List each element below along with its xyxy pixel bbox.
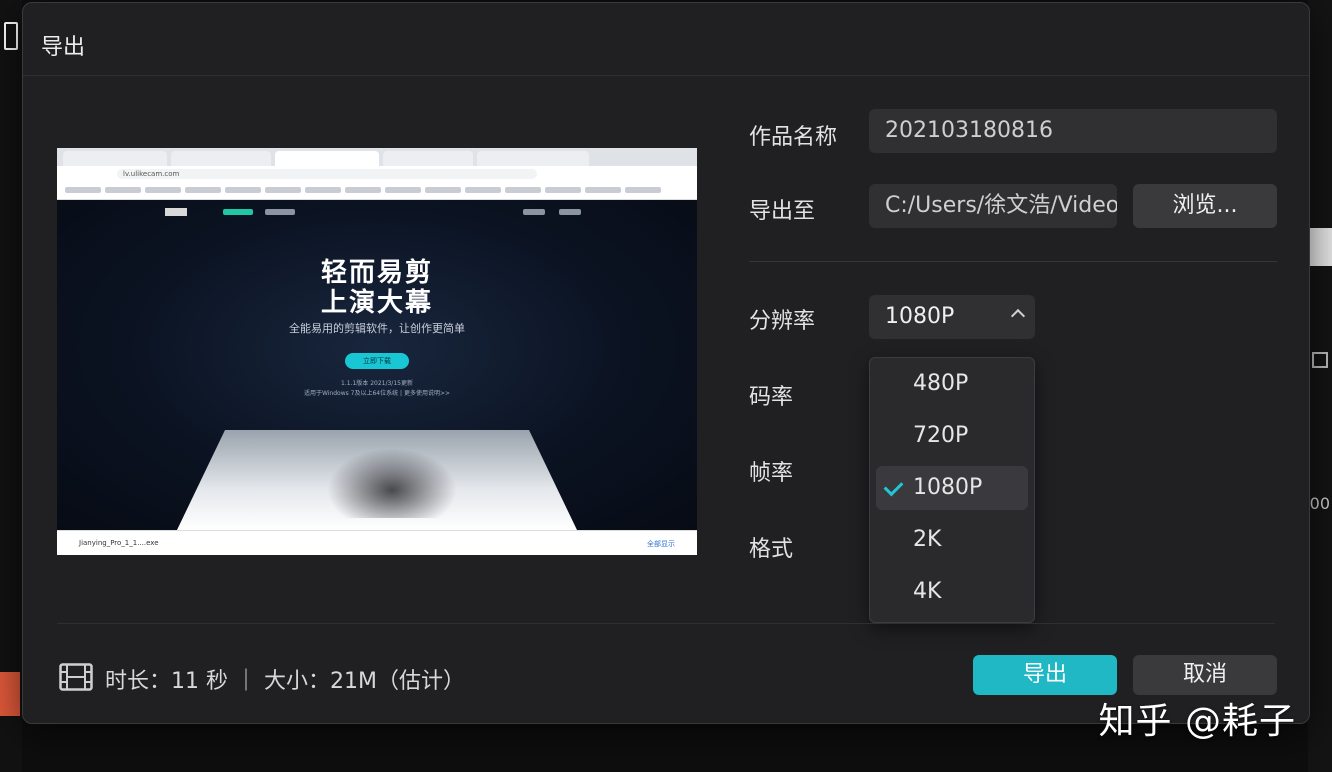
website-nav-item — [223, 209, 253, 215]
footer-divider — [57, 623, 1275, 624]
resolution-option-720p[interactable]: 720P — [876, 414, 1028, 458]
dialog-title: 导出 — [41, 35, 86, 60]
browser-tab — [63, 151, 167, 166]
browser-address-bar: lv.ulikecam.com — [57, 166, 697, 182]
bookmark — [185, 187, 221, 193]
browser-tab — [383, 151, 473, 166]
bookmark — [585, 187, 621, 193]
browse-button[interactable]: 浏览... — [1133, 184, 1277, 228]
cancel-button[interactable]: 取消 — [1133, 655, 1277, 695]
browser-tabs — [57, 148, 697, 166]
website-nav-item — [265, 209, 295, 215]
browser-url: lv.ulikecam.com — [117, 169, 537, 179]
check-icon — [883, 476, 904, 497]
name-input[interactable]: 202103180816 — [869, 109, 1277, 153]
resolution-label: 分辨率 — [749, 309, 816, 334]
website-hero: 轻而易剪 上演大幕 全能易用的剪辑软件，让创作更简单 立即下载 1.1.1版本 … — [57, 200, 697, 530]
export-to-label: 导出至 — [749, 199, 816, 224]
resolution-dropdown: 480P 720P 1080P 2K 4K — [869, 357, 1035, 623]
download-filename: Jianying_Pro_1_1....exe — [79, 539, 159, 547]
hero-requirements: 适用于Windows 7及以上64位系统 | 更多使用说明>> — [303, 390, 451, 397]
hero-download-button: 立即下载 — [345, 353, 409, 369]
format-label: 格式 — [749, 537, 794, 562]
fullscreen-icon[interactable] — [1312, 352, 1328, 368]
bookmark — [105, 187, 141, 193]
browser-tab — [275, 151, 379, 166]
website-nav-item — [559, 209, 581, 215]
bookmark — [65, 187, 101, 193]
framerate-label: 帧率 — [749, 461, 794, 486]
resolution-option-1080p[interactable]: 1080P — [876, 466, 1028, 510]
bookmark — [265, 187, 301, 193]
bookmark — [625, 187, 661, 193]
duration-size-info: 时长：11 秒 ｜ 大小：21M（估计） — [105, 669, 465, 694]
download-show-all: 全部显示 — [647, 540, 675, 548]
bookmark — [385, 187, 421, 193]
export-button[interactable]: 导出 — [973, 655, 1117, 695]
bitrate-label: 码率 — [749, 385, 794, 410]
browser-download-bar: Jianying_Pro_1_1....exe 全部显示 — [57, 530, 697, 555]
bookmark — [505, 187, 541, 193]
browser-tab — [171, 151, 271, 166]
name-label: 作品名称 — [749, 125, 838, 150]
website-nav-item — [523, 209, 545, 215]
hero-title-line2: 上演大幕 — [320, 288, 433, 318]
resolution-option-4k[interactable]: 4K — [876, 570, 1028, 614]
export-dialog: 导出 lv.ulikecam.com 轻而易剪 上演大幕 全能易用的剪辑软件，让… — [22, 2, 1310, 724]
resolution-option-480p[interactable]: 480P — [876, 362, 1028, 406]
background-thumbnail — [0, 150, 24, 320]
app-icon — [4, 22, 18, 50]
background-marker — [0, 672, 20, 716]
hero-subtitle: 全能易用的剪辑软件，让创作更简单 — [289, 322, 465, 335]
film-icon — [59, 663, 93, 691]
video-preview: lv.ulikecam.com 轻而易剪 上演大幕 全能易用的剪辑软件，让创作更… — [57, 148, 697, 555]
background-app-left — [0, 0, 22, 772]
option-label: 1080P — [913, 475, 983, 500]
option-label: 4K — [913, 579, 942, 604]
background-app-right — [1308, 0, 1332, 772]
website-logo — [165, 208, 187, 216]
watermark: 知乎 @耗子 — [1098, 701, 1296, 742]
hero-hand-shadow — [327, 448, 457, 518]
browser-bookmarks — [57, 182, 697, 200]
chevron-up-icon — [1010, 308, 1026, 324]
hero-version: 1.1.1版本 2021/3/15更新 — [341, 380, 413, 387]
form-divider — [749, 261, 1277, 262]
bookmark — [145, 187, 181, 193]
title-divider — [23, 75, 1309, 76]
bookmark — [545, 187, 581, 193]
option-label: 2K — [913, 527, 942, 552]
option-label: 720P — [913, 423, 969, 448]
resolution-select[interactable]: 1080P — [869, 295, 1035, 339]
option-label: 480P — [913, 371, 969, 396]
bookmark — [345, 187, 381, 193]
bookmark — [465, 187, 501, 193]
bookmark — [305, 187, 341, 193]
bookmark — [425, 187, 461, 193]
resolution-option-2k[interactable]: 2K — [876, 518, 1028, 562]
export-path-input[interactable]: C:/Users/徐文浩/Videos — [869, 184, 1117, 228]
browser-tab — [477, 151, 589, 166]
resolution-value: 1080P — [885, 304, 955, 329]
bookmark — [225, 187, 261, 193]
background-timecode: 00 — [1309, 494, 1330, 513]
background-panel — [1310, 228, 1332, 266]
